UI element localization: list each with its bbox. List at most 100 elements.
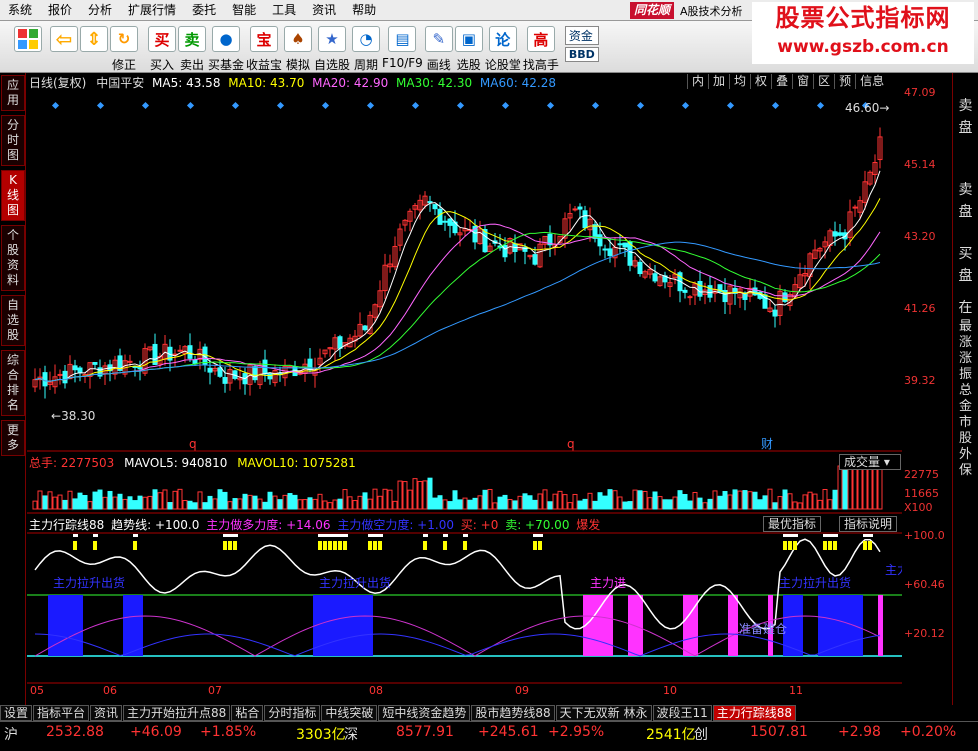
volume-bar xyxy=(57,494,63,510)
bottom-tab-0[interactable]: 设置 xyxy=(0,705,33,721)
chart-tool-5[interactable]: 窗 xyxy=(792,74,813,89)
left-tab-5[interactable]: 综合排名 xyxy=(1,350,25,416)
toolbar-button-up-down-arrow[interactable]: ⇕ xyxy=(80,21,108,73)
chart-tool-7[interactable]: 预 xyxy=(834,74,855,89)
bottom-tab-9[interactable]: 天下无双新 林永 xyxy=(555,705,652,721)
menu-smart[interactable]: 智能 xyxy=(224,0,264,21)
bottom-tab-6[interactable]: 中线突破 xyxy=(321,705,378,721)
buy-signal-block xyxy=(443,541,447,550)
toolbar-button-sell[interactable]: 卖卖出 xyxy=(178,21,206,73)
menu-analysis[interactable]: 分析 xyxy=(80,0,120,21)
volume-bar xyxy=(202,502,208,510)
menu-system[interactable]: 系统 xyxy=(0,0,40,21)
bottom-tab-4[interactable]: 粘合 xyxy=(231,705,264,721)
event-mark-q1[interactable]: q xyxy=(189,437,197,451)
menu-news[interactable]: 资讯 xyxy=(304,0,344,21)
volume-unit: X100 xyxy=(904,501,933,514)
left-tab-6[interactable]: 更多 xyxy=(1,420,25,456)
toolbar-button-master[interactable]: 高找高手 xyxy=(523,21,559,73)
volume-total: 总手: 2277503 xyxy=(29,456,115,470)
left-tab-2[interactable]: K线图 xyxy=(1,170,25,221)
bbd-button[interactable]: BBD xyxy=(564,47,599,62)
candle-body xyxy=(177,349,183,352)
bottom-tab-11[interactable]: 主力行踪线88 xyxy=(712,705,797,721)
bull-column xyxy=(878,595,883,656)
bottom-tab-8[interactable]: 股市趋势线88 xyxy=(471,705,555,721)
bear-column xyxy=(368,595,373,656)
toolbar-button-discuss[interactable]: 论论股堂 xyxy=(485,21,521,73)
chart-tool-1[interactable]: 加 xyxy=(708,74,729,89)
bottom-tab-3[interactable]: 主力开始拉升点88 xyxy=(123,705,231,721)
bottom-tab-10[interactable]: 波段王11 xyxy=(652,705,712,721)
left-tab-4[interactable]: 自选股 xyxy=(1,295,25,346)
chart-tool-4[interactable]: 叠 xyxy=(771,74,792,89)
toolbar-button-f10[interactable]: ▤ F10/F9 xyxy=(382,21,423,73)
toolbar-button-back-arrow[interactable]: ⇦ xyxy=(50,21,78,73)
signal-diamond xyxy=(276,101,285,110)
brand: 同花顺 A股技术分析 xyxy=(630,2,743,19)
toolbar-button-pen[interactable]: ✎ 画线 xyxy=(424,21,453,73)
indicator-help-button[interactable]: 指标说明 xyxy=(839,516,898,532)
toolbar-button-treasure[interactable]: 宝收益宝 xyxy=(246,21,282,73)
left-tab-1[interactable]: 分时图 xyxy=(1,115,25,166)
volume-bar xyxy=(247,494,253,510)
toolbar-button-screen[interactable]: ▣ 选股 xyxy=(454,21,483,73)
bottom-tab-5[interactable]: 分时指标 xyxy=(264,705,321,721)
chart-tool-0[interactable]: 内 xyxy=(687,74,708,89)
menu-tools[interactable]: 工具 xyxy=(264,0,304,21)
bear-column xyxy=(353,595,358,656)
fund-flow-button[interactable]: 资金 xyxy=(564,26,599,45)
toolbar-button-star[interactable]: ★ 自选股 xyxy=(314,21,350,73)
candle-body xyxy=(442,220,448,223)
volume-bar xyxy=(707,498,713,510)
best-indicator-button[interactable]: 最优指标 xyxy=(763,516,822,532)
menu-extended-quote[interactable]: 扩展行情 xyxy=(120,0,184,21)
price-tick-2: 45.14 xyxy=(904,158,936,171)
volume-bar xyxy=(277,499,283,510)
event-mark-q2[interactable]: q xyxy=(567,437,575,451)
signal-diamond xyxy=(366,101,375,110)
candle-body xyxy=(652,273,658,282)
buy-panel-1[interactable]: 买 xyxy=(953,243,978,265)
toolbar-button-clock[interactable]: ◔ 周期 xyxy=(352,21,381,73)
event-mark-finance[interactable]: 财 xyxy=(761,437,773,451)
bull-column xyxy=(588,595,593,656)
chart-tool-6[interactable]: 区 xyxy=(813,74,834,89)
toolbar-button-gavel[interactable]: ♠ 模拟 xyxy=(284,21,313,73)
signal-tick xyxy=(833,534,838,537)
volume-bar xyxy=(37,490,43,510)
volume-bar xyxy=(752,491,758,510)
volume-bar xyxy=(827,499,833,510)
left-tab-3[interactable]: 个股资料 xyxy=(1,225,25,291)
buy-signal-block xyxy=(868,541,872,550)
menu-quote[interactable]: 报价 xyxy=(40,0,80,21)
bottom-tab-2[interactable]: 资讯 xyxy=(90,705,123,721)
volume-bar xyxy=(422,480,428,510)
bear-column xyxy=(818,595,823,656)
chart-tool-2[interactable]: 均 xyxy=(729,74,750,89)
volume-bar xyxy=(572,493,578,510)
toolbar-button-fund[interactable]: ● 买基金 xyxy=(208,21,244,73)
toolbar-button-buy[interactable]: 买买入 xyxy=(148,21,176,73)
bottom-tab-1[interactable]: 指标平台 xyxy=(33,705,90,721)
buy-signal-block xyxy=(233,541,237,550)
toolbar-button-refresh[interactable]: ↻ 修正 xyxy=(110,21,138,73)
toolbar-button-grid[interactable] xyxy=(14,21,42,73)
candle-body xyxy=(207,367,213,373)
volume-bar xyxy=(302,499,308,510)
menu-trade[interactable]: 委托 xyxy=(184,0,224,21)
chart-area[interactable]: 日线(复权) 中国平安 MA5: 43.58 MA10: 43.70 MA20:… xyxy=(27,73,909,705)
left-tab-0[interactable]: 应用 xyxy=(1,75,25,111)
bottom-tab-7[interactable]: 短中线资金趋势 xyxy=(378,705,471,721)
candle-body xyxy=(127,360,133,363)
sh-index[interactable]: 2532.88 xyxy=(46,724,104,740)
menu-help[interactable]: 帮助 xyxy=(344,0,384,21)
chart-tool-8[interactable]: 信息 xyxy=(855,74,888,89)
chart-tool-3[interactable]: 权 xyxy=(750,74,771,89)
sz-index[interactable]: 8577.91 xyxy=(396,724,454,740)
volume-mode-dropdown[interactable]: 成交量 ▾ xyxy=(839,454,901,470)
cy-index[interactable]: 1507.81 xyxy=(750,724,808,740)
low-price: 38.30 xyxy=(61,409,96,423)
sell-panel-1[interactable]: 卖 xyxy=(953,95,978,117)
volume-bar xyxy=(262,501,268,510)
